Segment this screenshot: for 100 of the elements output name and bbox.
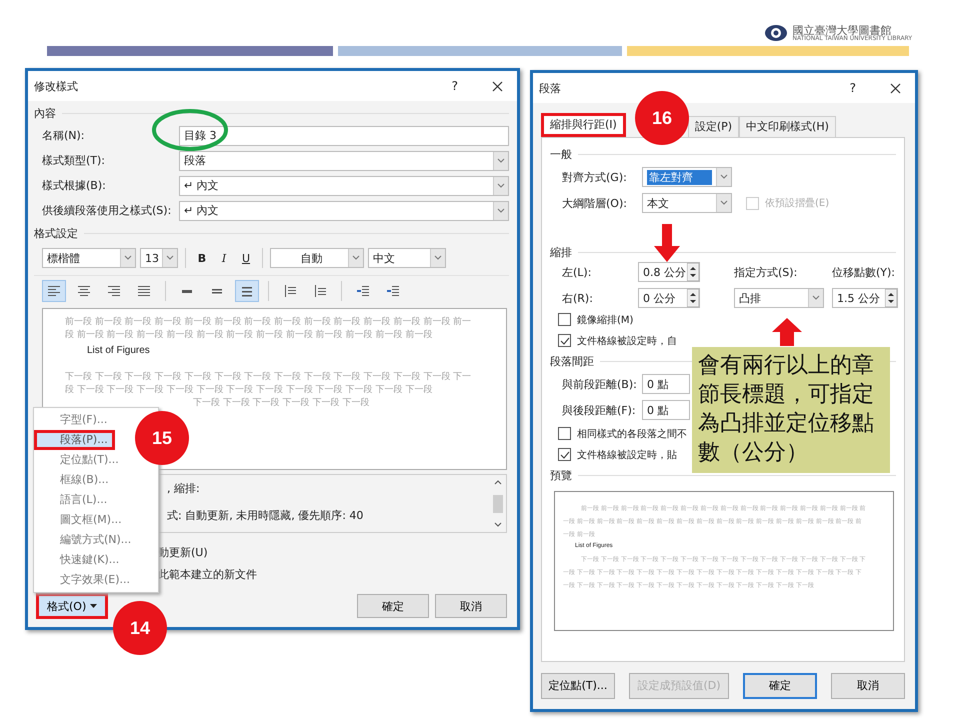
field-label: 位移點數(Y): <box>832 264 896 280</box>
menu-item[interactable]: 編號方式(N)... <box>34 530 138 550</box>
section-heading: 縮排 <box>550 244 572 260</box>
close-icon[interactable] <box>890 82 901 94</box>
chevron-icon <box>808 289 823 307</box>
field-label: 名稱(N): <box>42 128 86 143</box>
section-heading: 一般 <box>550 146 572 162</box>
align-center-icon <box>77 284 91 298</box>
tab[interactable]: 中文印刷樣式(H) <box>739 116 836 137</box>
caret-icon <box>90 604 98 608</box>
dropdown[interactable]: ↵ 內文 <box>179 176 509 196</box>
field-label: 右(R): <box>562 290 594 306</box>
description-text: , 縮排: <box>167 481 201 496</box>
menu-item[interactable]: 段落(P)... <box>34 430 115 450</box>
dialog-title: 段落 <box>539 80 562 96</box>
chevron-icon <box>430 249 445 267</box>
close-icon[interactable] <box>492 80 503 92</box>
chevron-icon <box>493 176 508 194</box>
dialog-title: 修改樣式 <box>34 78 79 94</box>
dialog-button[interactable]: 取消 <box>435 594 507 618</box>
special-indent-dropdown[interactable]: 凸排 <box>734 288 824 308</box>
checkbox-label: 文件格線被設定時，自 <box>577 334 677 348</box>
menu-item[interactable]: 快速鍵(K)... <box>34 550 126 570</box>
size-dropdown[interactable]: 13 <box>140 248 178 268</box>
library-name: 國立臺灣大學圖書館 <box>792 24 892 36</box>
language-dropdown[interactable]: 中文 <box>368 248 446 268</box>
double-spacing-button[interactable] <box>235 280 259 302</box>
left-indent-field[interactable]: 0.8 公分 <box>638 262 700 282</box>
justify-icon <box>137 284 151 298</box>
checkbox[interactable] <box>558 334 571 347</box>
section-heading: 預覽 <box>550 468 572 482</box>
double-spacing-icon <box>240 284 254 298</box>
tab[interactable]: 設定(P) <box>688 116 740 137</box>
bold-button[interactable]: B <box>193 252 211 264</box>
checkbox[interactable] <box>558 448 571 461</box>
chevron-icon <box>716 168 731 186</box>
scroll-down-icon[interactable] <box>493 521 503 529</box>
menu-item[interactable]: 圖文框(M)... <box>34 510 129 530</box>
field-label: 與前段距離(B): <box>562 376 638 392</box>
field-label: 與後段距離(F): <box>562 402 637 418</box>
menu-item[interactable]: 字型(F)... <box>34 410 114 430</box>
menu-item[interactable]: 語言(L)... <box>34 490 114 510</box>
font-color-dropdown[interactable]: 自動 <box>270 248 364 268</box>
dialog-button[interactable]: 定位點(T)... <box>541 672 615 698</box>
space-before-icon <box>283 284 297 298</box>
checkbox[interactable] <box>558 313 571 326</box>
right-indent-field[interactable]: 0 公分 <box>638 288 700 308</box>
help-button[interactable]: ? <box>850 81 856 95</box>
field-label: 大綱階層(O): <box>562 196 628 210</box>
note-callout: 會有兩行以上的章節長標題，可指定為凸排並定位移點數（公分） <box>692 347 890 473</box>
font-dropdown[interactable]: 標楷體 <box>42 248 136 268</box>
space-before-field[interactable]: 0 點 <box>642 374 690 394</box>
help-button[interactable]: ? <box>452 79 458 93</box>
field-label: 樣式根據(B): <box>42 178 107 193</box>
checkbox[interactable] <box>558 427 571 440</box>
dropdown[interactable]: 段落 <box>179 150 509 170</box>
underline-button[interactable]: U <box>237 252 255 264</box>
chevron-icon <box>162 249 177 267</box>
dialog-button[interactable]: 取消 <box>831 672 905 698</box>
tab[interactable]: 縮排與行距(I) <box>541 113 626 137</box>
step-badge: 14 <box>113 601 167 655</box>
dropdown[interactable]: ↵ 內文 <box>179 200 509 220</box>
next-paragraph-text: 段 下一段 下一段 下一段 下一段 下一段 下一段 下一段 下一段 下一段 下一段 下一段 下一段 <box>65 384 434 397</box>
chevron-icon <box>716 194 731 212</box>
field-label: 供後續段落使用之樣式(S): <box>42 203 172 218</box>
scroll-up-icon[interactable] <box>493 478 503 486</box>
name-field[interactable]: 目錄 3 <box>179 126 509 146</box>
checkbox-label: 相同樣式的各段落之間不 <box>577 428 687 440</box>
menu-item[interactable]: 文字效果(E)... <box>34 570 138 590</box>
spinner-icon <box>885 289 897 307</box>
option-label: 此範本建立的新文件 <box>158 567 258 582</box>
library-logo-icon <box>764 24 788 42</box>
space-after-field[interactable]: 0 點 <box>642 400 690 420</box>
previous-paragraph-text: 段 前一段 前一段 前一段 前一段 前一段 前一段 前一段 前一段 前一段 前一段 前一段 前一段 <box>65 329 434 342</box>
indent-by-field[interactable]: 1.5 公分 <box>832 288 898 308</box>
italic-button[interactable]: I <box>215 252 233 264</box>
field-label: 樣式類型(T): <box>42 153 106 168</box>
arrow-icon <box>772 318 802 346</box>
next-paragraph-text: 下一段 下一段 下一段 下一段 下一段 下一段 <box>192 397 370 410</box>
spinner-icon <box>687 289 699 307</box>
spinner-icon <box>687 263 699 281</box>
dialog-button[interactable]: 確定 <box>743 672 817 698</box>
arrow-icon <box>654 224 680 262</box>
menu-item[interactable]: 框線(B)... <box>34 470 116 490</box>
format-button[interactable]: 格式(O) <box>36 593 108 619</box>
increase-indent-icon <box>386 284 400 298</box>
description-text: 式: 自動更新, 未用時隱藏, 優先順序: 40 <box>167 508 364 523</box>
chevron-icon <box>493 152 508 170</box>
menu-item[interactable]: 定位點(T)... <box>34 450 126 470</box>
outline-level-dropdown[interactable]: 本文 <box>642 193 732 213</box>
checkbox-label: 依預設摺疊(E) <box>765 196 830 210</box>
space-after-icon <box>313 284 327 298</box>
alignment-dropdown[interactable]: 靠左對齊 <box>642 167 732 187</box>
field-label: 指定方式(S): <box>734 264 798 280</box>
align-left-button[interactable] <box>42 280 66 302</box>
dialog-button[interactable]: 確定 <box>357 594 429 618</box>
checkbox-label: 文件格線被設定時，貼 <box>577 448 677 462</box>
decrease-indent-icon <box>356 284 370 298</box>
align-right-icon <box>107 284 121 298</box>
chevron-icon <box>348 249 363 267</box>
